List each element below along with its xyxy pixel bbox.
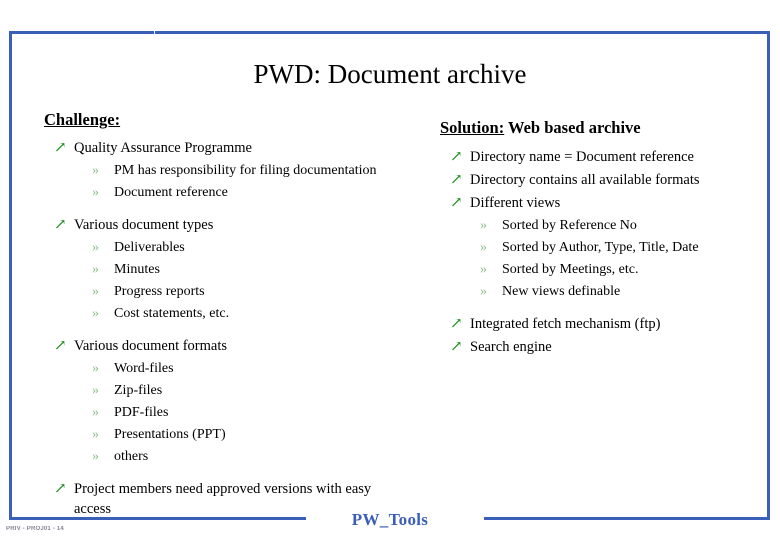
bullet-label: Sorted by Reference No xyxy=(502,218,637,233)
guillemet-icon: » xyxy=(92,306,99,321)
frame-top-left-segment xyxy=(9,31,154,34)
bullet-item: » Zip-files xyxy=(92,381,404,401)
guillemet-icon: » xyxy=(92,405,99,420)
bullet-label: Integrated fetch mechanism (ftp) xyxy=(470,316,661,332)
footer-brand-label: PW_Tools xyxy=(351,510,429,529)
guillemet-icon: » xyxy=(92,240,99,255)
slide-canvas: PWD: Document archive Challenge: ↗ Qualit… xyxy=(0,0,780,540)
bullet-item: » Sorted by Meetings, etc. xyxy=(480,260,770,280)
bullet-label: Deliverables xyxy=(114,240,185,255)
bullet-item: » Document reference xyxy=(92,183,404,203)
guillemet-icon: » xyxy=(92,284,99,299)
bullet-label: Progress reports xyxy=(114,284,205,299)
solution-bullet-list: ↗ Directory name = Document reference ↗ Dir… xyxy=(440,147,770,357)
arrow-up-right-icon: ↗ xyxy=(450,316,463,332)
bullet-item: » Sorted by Author, Type, Title, Date xyxy=(480,238,770,258)
bullet-label: Presentations (PPT) xyxy=(114,427,226,442)
bullet-item: » PM has responsibility for filing docume… xyxy=(92,161,404,181)
bullet-label: Various document formats xyxy=(74,338,228,354)
bullet-item: » Cost statements, etc. xyxy=(92,304,404,324)
arrow-up-right-icon: ↗ xyxy=(54,217,67,233)
bullet-label: Quality Assurance Programme xyxy=(74,140,252,156)
bullet-label: Cost statements, etc. xyxy=(114,306,230,321)
bullet-label: Sorted by Meetings, etc. xyxy=(502,262,639,277)
guillemet-icon: » xyxy=(92,163,99,178)
arrow-up-right-icon: ↗ xyxy=(450,149,463,165)
challenge-heading-underlined: Challenge: xyxy=(44,110,121,129)
bullet-label: others xyxy=(114,449,149,464)
bullet-item: ↗ Integrated fetch mechanism (ftp) xyxy=(450,314,770,334)
arrow-up-right-icon: ↗ xyxy=(450,195,463,211)
bullet-item: ↗ Various document formats xyxy=(54,336,404,356)
challenge-column: Challenge: ↗ Quality Assurance Programme »… xyxy=(44,110,404,522)
guillemet-icon: » xyxy=(480,218,487,233)
bullet-item: ↗ Directory name = Document reference xyxy=(450,147,770,167)
guillemet-icon: » xyxy=(92,383,99,398)
bullet-label: Word-files xyxy=(114,361,174,376)
bullet-label: Directory contains all available formats xyxy=(470,172,700,188)
bullet-item: » Deliverables xyxy=(92,238,404,258)
guillemet-icon: » xyxy=(480,262,487,277)
challenge-bullet-list: ↗ Quality Assurance Programme » PM has resp… xyxy=(44,138,404,519)
solution-heading-plain: Web based archive xyxy=(504,118,641,137)
bullet-label: Minutes xyxy=(114,262,160,277)
guillemet-icon: » xyxy=(92,185,99,200)
bullet-label: PM has responsibility for filing documen… xyxy=(114,163,377,178)
bullet-item: ↗ Quality Assurance Programme xyxy=(54,138,404,158)
bullet-item: ↗ Directory contains all available format… xyxy=(450,170,770,190)
bullet-item: » New views definable xyxy=(480,282,770,302)
bullet-item: » PDF-files xyxy=(92,403,404,423)
bullet-label: Various document types xyxy=(74,217,214,233)
challenge-heading: Challenge: xyxy=(44,110,404,130)
bullet-item: ↗ Various document types xyxy=(54,215,404,235)
arrow-up-right-icon: ↗ xyxy=(54,338,67,354)
frame-left-edge xyxy=(9,31,12,520)
guillemet-icon: » xyxy=(92,449,99,464)
arrow-up-right-icon: ↗ xyxy=(450,172,463,188)
solution-heading-underlined: Solution: xyxy=(440,118,505,137)
arrow-up-right-icon: ↗ xyxy=(54,140,67,156)
frame-top-right-segment xyxy=(155,31,770,34)
bullet-item: » Presentations (PPT) xyxy=(92,425,404,445)
bullet-item: » others xyxy=(92,447,404,467)
bullet-label: PDF-files xyxy=(114,405,169,420)
arrow-up-right-icon: ↗ xyxy=(54,481,67,497)
guillemet-icon: » xyxy=(480,284,487,299)
guillemet-icon: » xyxy=(92,361,99,376)
solution-heading: Solution: Web based archive xyxy=(440,118,770,138)
bullet-item: » Word-files xyxy=(92,359,404,379)
bullet-label: Document reference xyxy=(114,185,228,200)
bullet-label: Sorted by Author, Type, Title, Date xyxy=(502,240,699,255)
bullet-item: ↗ Search engine xyxy=(450,337,770,357)
guillemet-icon: » xyxy=(92,427,99,442)
bullet-label: Directory name = Document reference xyxy=(470,149,694,165)
footer-reference-code: PRIV - PROJ01 - 14 xyxy=(6,526,64,532)
bullet-label: Different views xyxy=(470,195,561,211)
guillemet-icon: » xyxy=(92,262,99,277)
slide-title: PWD: Document archive xyxy=(253,59,527,89)
bullet-label: New views definable xyxy=(502,284,621,299)
guillemet-icon: » xyxy=(480,240,487,255)
bullet-item: » Progress reports xyxy=(92,282,404,302)
bullet-label: Search engine xyxy=(470,339,552,355)
arrow-up-right-icon: ↗ xyxy=(450,339,463,355)
bullet-label: Zip-files xyxy=(114,383,163,398)
bullet-item: » Minutes xyxy=(92,260,404,280)
bullet-item: » Sorted by Reference No xyxy=(480,216,770,236)
solution-column: Solution: Web based archive ↗ Directory n… xyxy=(440,118,770,360)
bullet-item: ↗ Different views xyxy=(450,193,770,213)
